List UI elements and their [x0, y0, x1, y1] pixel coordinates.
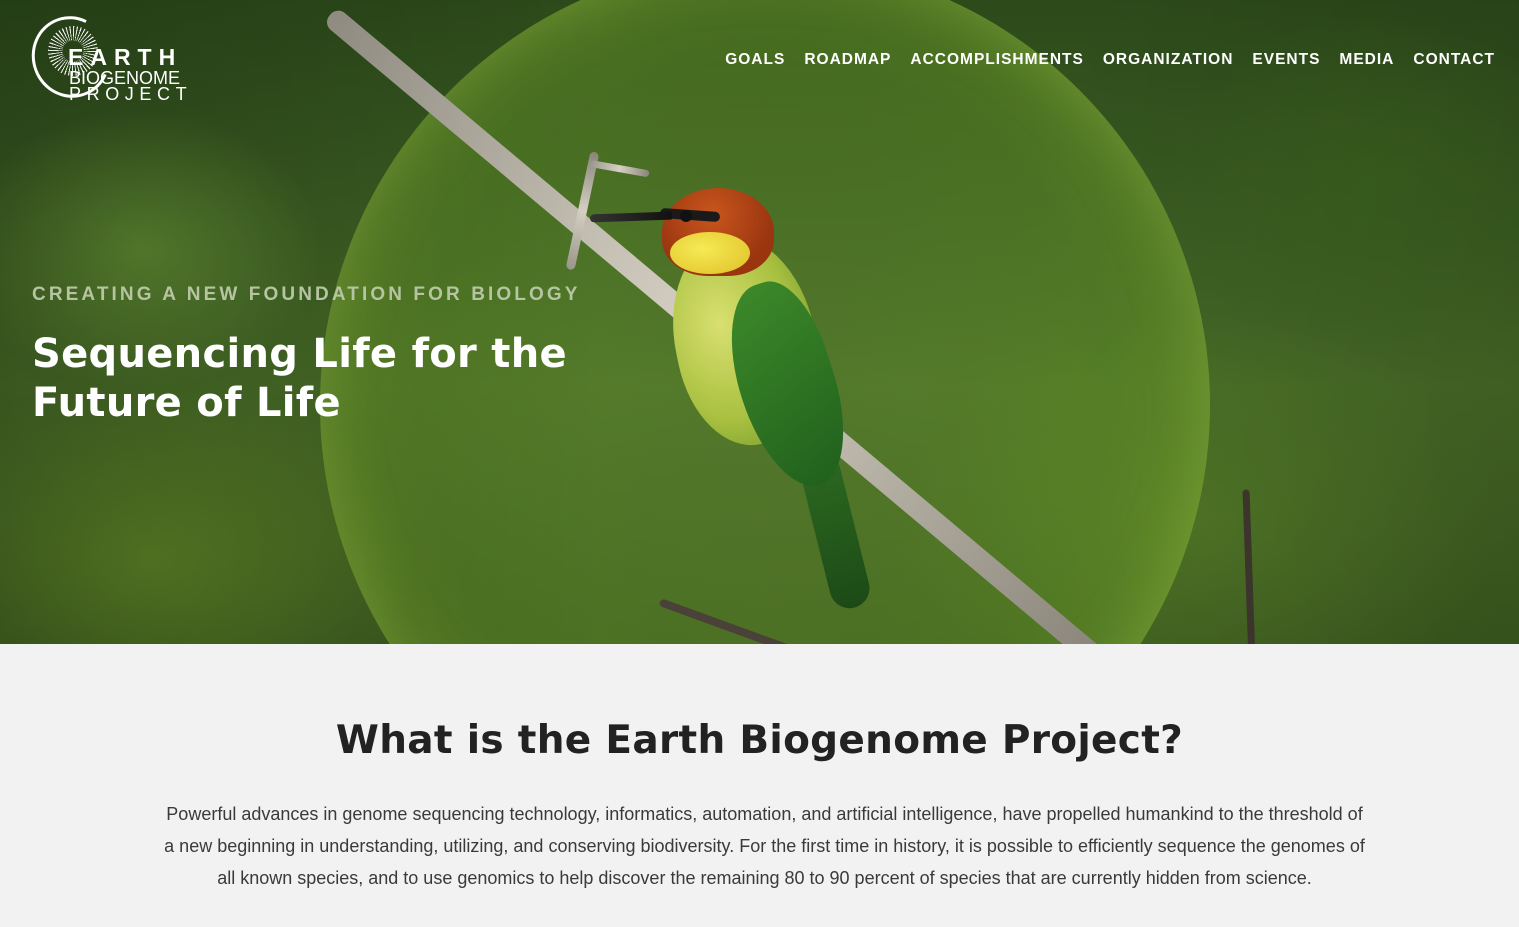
nav-item-organization[interactable]: ORGANIZATION — [1103, 51, 1234, 69]
logo-text-line1: EARTH — [68, 44, 183, 70]
nav-item-events[interactable]: EVENTS — [1252, 51, 1320, 69]
nav-item-roadmap[interactable]: ROADMAP — [804, 51, 891, 69]
hero-eyebrow: CREATING A NEW FOUNDATION FOR BIOLOGY — [32, 284, 581, 305]
main-nav: GOALS ROADMAP ACCOMPLISHMENTS ORGANIZATI… — [725, 51, 1495, 69]
nav-item-goals[interactable]: GOALS — [725, 51, 785, 69]
nav-item-media[interactable]: MEDIA — [1339, 51, 1394, 69]
nav-item-accomplishments[interactable]: ACCOMPLISHMENTS — [910, 51, 1083, 69]
intro-body: Powerful advances in genome sequencing t… — [164, 804, 1365, 888]
logo-text-line3: PROJECT — [69, 84, 193, 104]
site-logo[interactable]: EARTH BIOGENOME PROJECT — [20, 5, 193, 109]
hero-title: Sequencing Life for the Future of Life — [32, 331, 567, 426]
nav-item-contact[interactable]: CONTACT — [1413, 51, 1495, 69]
intro-title: What is the Earth Biogenome Project? — [335, 718, 1184, 763]
hero-section: EARTH BIOGENOME PROJECT GOALS ROADMAP AC… — [0, 0, 1519, 644]
